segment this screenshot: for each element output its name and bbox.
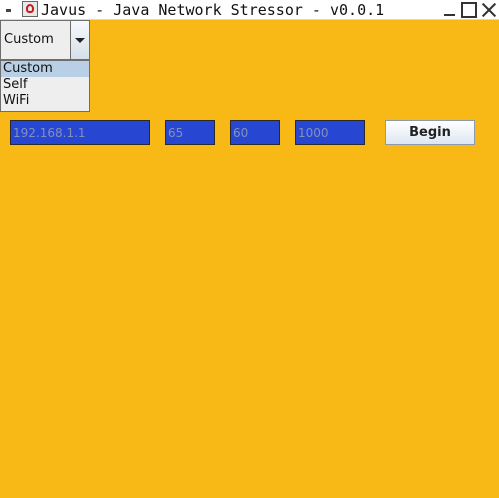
param-field-2[interactable] [230,120,280,145]
mode-option-custom[interactable]: Custom [1,61,89,77]
mode-selected-value: Custom [4,32,54,47]
minimize-icon[interactable] [442,2,458,18]
app-window: Javus - Java Network Stressor - v0.0.1 C… [0,0,499,498]
ip-address-field[interactable] [10,120,150,145]
begin-button[interactable]: Begin [385,120,475,145]
java-icon [22,1,38,17]
param-field-3[interactable] [295,120,365,145]
mode-option-self[interactable]: Self [1,77,89,93]
mode-option-wifi[interactable]: WiFi [1,93,89,109]
maximize-icon[interactable] [461,2,477,18]
title-bar[interactable]: Javus - Java Network Stressor - v0.0.1 [0,0,499,20]
mode-combobox[interactable]: Custom [0,20,90,60]
close-icon[interactable] [481,2,497,18]
param-field-1[interactable] [165,120,215,145]
window-title: Javus - Java Network Stressor - v0.0.1 [41,1,385,19]
dropdown-arrow-icon[interactable] [70,21,89,59]
mode-dropdown-list: Custom Self WiFi [0,60,90,112]
window-menu-icon[interactable] [6,9,11,12]
